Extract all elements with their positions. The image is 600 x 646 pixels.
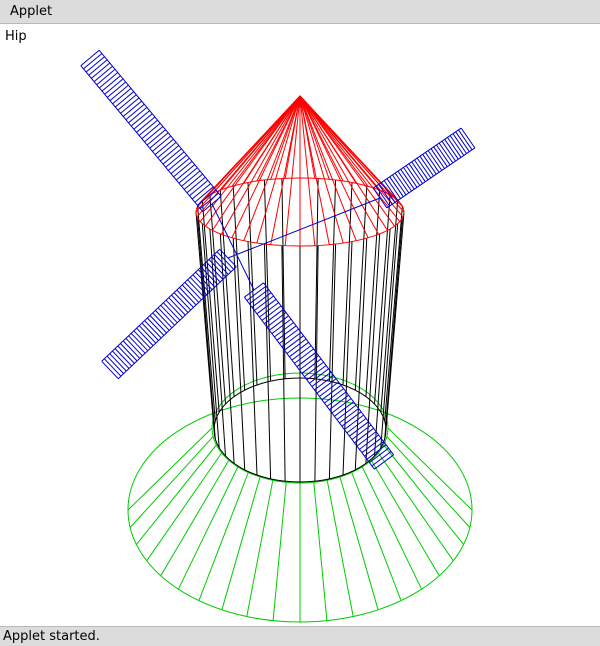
blade-upper-right-slat [419, 155, 434, 177]
roof-rafter-line [256, 95, 301, 244]
blade-upper-right-slat [392, 174, 407, 196]
blade-upper-right-slat [416, 157, 432, 179]
blade-upper-right-slat [444, 139, 459, 160]
blade-upper-right-slat [455, 131, 470, 152]
base-generator-line [383, 444, 464, 545]
menu-bar: Applet [0, 0, 600, 24]
blade-upper-right-slat [436, 144, 451, 166]
roof-rafter-line [199, 95, 301, 222]
base-generator-line [129, 436, 214, 528]
base-generator-line [313, 482, 328, 621]
status-bar: Applet started. [0, 626, 600, 646]
base-generator-line [387, 427, 473, 511]
blade-upper-right-slat [403, 167, 418, 188]
base-generator-line [146, 452, 223, 562]
blade-lower-left-slat [101, 360, 119, 380]
base-generator-line [386, 436, 471, 528]
blade-upper-right-slat [427, 150, 443, 171]
base-generator-line [326, 480, 354, 617]
base-generator-line [160, 460, 230, 577]
applet-menu[interactable]: Applet [10, 4, 52, 19]
base-generator-line [272, 482, 287, 621]
blade-upper-right-slat [411, 161, 426, 182]
windmill-blades-wireframe [80, 49, 476, 470]
blade-upper-right-slat [438, 142, 454, 164]
base-generator-line [198, 472, 249, 601]
base-generator-line [370, 460, 440, 577]
applet-canvas[interactable]: Hip [0, 24, 600, 626]
base-generator-line [127, 427, 213, 511]
roof-rafter-line [221, 95, 301, 191]
blade-upper-right-slat [405, 165, 421, 186]
blade-upper-right-slat [460, 127, 476, 149]
roof-rafter-line [231, 95, 301, 187]
base-generator-line [377, 452, 454, 562]
base-generator-line [246, 480, 274, 617]
base-generator-line [177, 466, 239, 590]
blade-upper-right-slat [425, 152, 440, 173]
blade-upper-right-slat [414, 159, 429, 181]
blade-lower-left-slat [130, 332, 149, 352]
base-generator-line [136, 444, 217, 545]
roof-rafter-line [299, 95, 369, 187]
blade-upper-right-slat [394, 172, 410, 194]
base-generator-line [221, 476, 261, 610]
blade-upper-right-slat [400, 169, 415, 190]
blade-upper-right-slat [433, 146, 448, 167]
roof-rafter-line [243, 95, 301, 241]
blade-upper-right-slat [449, 135, 465, 156]
roof-rafter-line [212, 95, 301, 194]
blade-upper-right-slat [408, 163, 423, 184]
blade-upper-right-slat [430, 148, 445, 169]
blade-shaft [211, 203, 255, 291]
base-generator-line [351, 472, 402, 601]
base-generator-line [361, 466, 423, 590]
blade-lower-left-slat [160, 304, 178, 324]
roof-cone-wireframe [195, 95, 405, 247]
blade-upper-right-slat [447, 137, 462, 158]
roof-rafter-line [299, 95, 379, 191]
base-generator-line [339, 476, 379, 610]
status-text: Applet started. [3, 629, 100, 644]
blade-upper-right-slat [422, 154, 437, 175]
roof-rafter-line [299, 95, 401, 222]
blade-shaft [227, 197, 381, 259]
blade-upper-right-slat [441, 140, 456, 162]
blade-upper-right-slat [452, 133, 467, 154]
blade-upper-right-slat [397, 170, 412, 192]
windmill-wireframe [80, 49, 476, 623]
applet-label: Hip [5, 29, 27, 44]
blade-upper-right-slat [458, 129, 473, 151]
